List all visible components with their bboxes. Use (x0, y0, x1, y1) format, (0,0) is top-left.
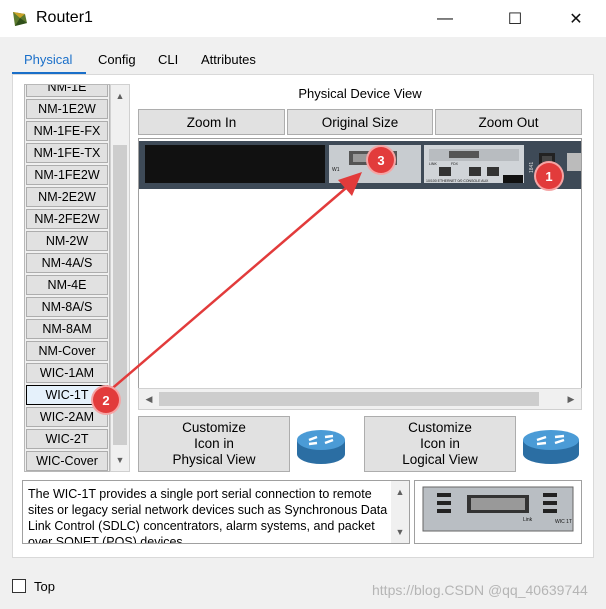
description-scrollbar[interactable]: ▲ ▼ (391, 481, 409, 543)
list-item[interactable]: NM-1E2W (26, 99, 108, 119)
maximize-button[interactable]: ☐ (492, 0, 538, 38)
close-icon: ✕ (569, 11, 583, 28)
list-item[interactable]: NM-Cover (26, 341, 108, 361)
wic-link-label: Link (523, 517, 533, 523)
tab-cli[interactable]: CLI (158, 52, 178, 67)
router-icon (295, 418, 347, 470)
module-list: NM-1E NM-1E2W NM-1FE-FX NM-1FE-TX NM-1FE… (24, 84, 110, 472)
customize-logical-text: Customize Icon in Logical View (402, 420, 478, 467)
router-app-icon (10, 9, 30, 29)
scroll-up-icon[interactable]: ▲ (391, 483, 409, 501)
list-item[interactable]: NM-2E2W (26, 187, 108, 207)
physical-device-view-heading: Physical Device View (298, 86, 422, 101)
list-item[interactable]: NM-4A/S (26, 253, 108, 273)
scroll-up-icon[interactable]: ▲ (111, 87, 129, 105)
maximize-icon: ☐ (507, 11, 523, 28)
router-w1-label: W1 (332, 167, 340, 173)
router-link-label: LINK (429, 162, 437, 166)
list-item[interactable]: WIC-1AM (26, 363, 108, 383)
module-description-text: The WIC-1T provides a single port serial… (28, 487, 388, 544)
minimize-icon: — (437, 10, 453, 27)
scrollbar-thumb[interactable] (159, 392, 539, 406)
annotation-badge-1: 1 (536, 163, 562, 189)
router-fdx-label: FDX (451, 162, 459, 166)
watermark-text: https://blog.CSDN @qq_40639744 (372, 582, 588, 598)
annotation-badge-2: 2 (93, 387, 119, 413)
tab-attributes[interactable]: Attributes (201, 52, 256, 67)
router-chassis-image: W1 10/100 ETHERNET 0/0 CONSOLE AUX LINK … (139, 141, 581, 189)
device-viewport[interactable]: W1 10/100 ETHERNET 0/0 CONSOLE AUX LINK … (138, 138, 582, 410)
tab-config[interactable]: Config (98, 52, 136, 67)
annotation-badge-3: 3 (368, 147, 394, 173)
wic-model-label: WIC 1T (555, 519, 572, 525)
customize-logical-icon-button[interactable]: Customize Icon in Logical View (364, 416, 516, 472)
list-item[interactable]: NM-8A/S (26, 297, 108, 317)
scroll-right-icon[interactable]: ▶ (562, 390, 580, 408)
list-item[interactable]: NM-1FE-TX (26, 143, 108, 163)
customize-physical-icon-button[interactable]: Customize Icon in Physical View (138, 416, 290, 472)
zoom-out-button[interactable]: Zoom Out (435, 109, 582, 135)
router-model-label: 1841 (529, 162, 535, 173)
list-item[interactable]: WIC-2T (26, 429, 108, 449)
list-item[interactable]: WIC-2AM (26, 407, 108, 427)
list-item[interactable]: NM-1FE2W (26, 165, 108, 185)
list-item[interactable]: NM-4E (26, 275, 108, 295)
module-preview: Link WIC 1T (414, 480, 582, 544)
router-ports-label: 10/100 ETHERNET 0/0 CONSOLE AUX (426, 179, 489, 183)
close-button[interactable]: ✕ (553, 0, 599, 38)
module-description-box: The WIC-1T provides a single port serial… (22, 480, 410, 544)
wic-1t-module-image: Link WIC 1T (422, 486, 574, 532)
module-list-scrollbar[interactable]: ▲ ▼ (110, 84, 130, 472)
scroll-left-icon[interactable]: ◀ (140, 390, 158, 408)
customize-physical-text: Customize Icon in Physical View (172, 420, 256, 467)
top-checkbox[interactable] (12, 579, 26, 593)
zoom-in-button[interactable]: Zoom In (138, 109, 285, 135)
minimize-button[interactable]: — (422, 0, 468, 38)
router-icon (521, 418, 581, 470)
scroll-down-icon[interactable]: ▼ (111, 451, 129, 469)
viewport-horizontal-scrollbar[interactable]: ◀ ▶ (138, 388, 582, 410)
list-item[interactable]: WIC-Cover (26, 451, 108, 471)
scroll-down-icon[interactable]: ▼ (391, 523, 409, 541)
original-size-button[interactable]: Original Size (287, 109, 433, 135)
tab-physical[interactable]: Physical (24, 52, 72, 67)
list-item[interactable]: NM-1FE-FX (26, 121, 108, 141)
list-item[interactable]: NM-8AM (26, 319, 108, 339)
window-title: Router1 (36, 9, 93, 26)
list-item[interactable]: NM-2W (26, 231, 108, 251)
title-bar: Router1 — ☐ ✕ (0, 0, 606, 38)
list-item[interactable]: NM-1E (26, 85, 108, 97)
list-item[interactable]: NM-2FE2W (26, 209, 108, 229)
top-checkbox-label: Top (34, 579, 55, 594)
